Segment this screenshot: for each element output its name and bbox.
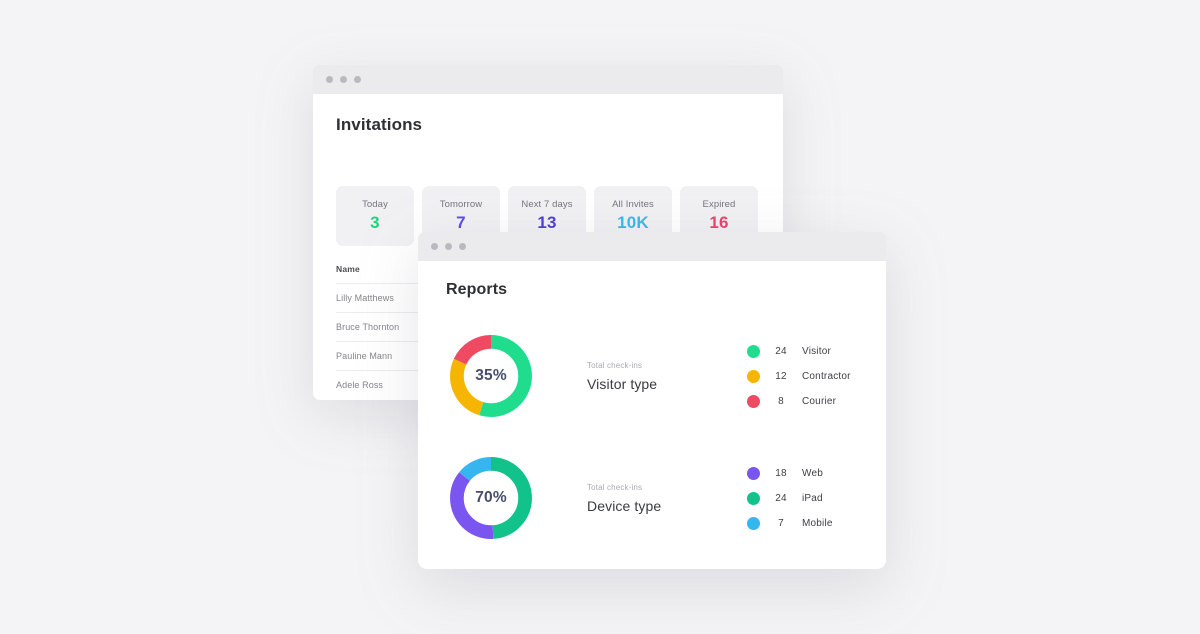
legend-color-dot-icon	[747, 394, 760, 408]
reports-traffic-lights	[431, 243, 466, 250]
device-type-text: Total check-ins Device type	[587, 483, 737, 514]
legend-count: 18	[775, 467, 787, 479]
stat-card-next-7-days-label: Next 7 days	[521, 199, 573, 210]
legend-color-dot-icon	[747, 344, 760, 358]
window-maximize-dot-icon[interactable]	[354, 76, 361, 83]
legend-label: Web	[802, 467, 823, 479]
legend-item-courier[interactable]: 8 Courier	[747, 389, 851, 414]
window-maximize-dot-icon[interactable]	[459, 243, 466, 250]
stat-card-today[interactable]: Today 3	[336, 186, 414, 246]
device-type-chart-block: 70% Total check-ins Device type 18 Web 2…	[446, 453, 833, 543]
legend-label: Contractor	[802, 370, 851, 382]
visitor-type-chart-block: 35% Total check-ins Visitor type 24 Visi…	[446, 331, 851, 421]
visitor-type-title: Visitor type	[587, 375, 658, 392]
legend-label: Visitor	[802, 345, 832, 357]
legend-count: 12	[775, 370, 787, 382]
legend-count: 24	[775, 492, 787, 504]
legend-color-dot-icon	[747, 491, 760, 505]
visitor-type-center-percent: 35%	[475, 367, 507, 384]
invitations-page-title: Invitations	[336, 115, 423, 134]
table-cell-name: Pauline Mann	[336, 351, 393, 361]
window-minimize-dot-icon[interactable]	[445, 243, 452, 250]
window-minimize-dot-icon[interactable]	[340, 76, 347, 83]
window-close-dot-icon[interactable]	[326, 76, 333, 83]
reports-page-title: Reports	[446, 281, 508, 298]
legend-color-dot-icon	[747, 369, 760, 383]
legend-label: Mobile	[802, 517, 833, 529]
table-cell-name: Adele Ross	[336, 380, 384, 390]
visitor-type-text: Total check-ins Visitor type	[587, 361, 737, 392]
reports-body: Reports 35% Total check-ins Visitor type…	[418, 261, 886, 569]
legend-color-dot-icon	[747, 466, 760, 480]
device-type-title: Device type	[587, 497, 662, 514]
device-type-donut-chart: 70%	[446, 453, 536, 543]
visitor-type-legend: 24 Visitor 12 Contractor 8 Courier	[747, 339, 851, 414]
stat-card-expired-value: 16	[709, 213, 729, 232]
stat-card-today-value: 3	[370, 213, 380, 232]
invitations-traffic-lights	[326, 76, 361, 83]
stat-card-tomorrow-label: Tomorrow	[439, 199, 483, 210]
table-cell-name: Bruce Thornton	[336, 322, 400, 332]
legend-color-dot-icon	[747, 516, 760, 530]
legend-count: 8	[778, 395, 784, 407]
legend-item-mobile[interactable]: 7 Mobile	[747, 511, 833, 536]
device-type-center-percent: 70%	[475, 489, 507, 506]
legend-item-contractor[interactable]: 12 Contractor	[747, 364, 851, 389]
invitations-titlebar	[313, 65, 783, 94]
reports-window: Reports 35% Total check-ins Visitor type…	[418, 232, 886, 569]
legend-count: 7	[778, 517, 784, 529]
window-close-dot-icon[interactable]	[431, 243, 438, 250]
stat-card-today-label: Today	[362, 199, 388, 210]
device-type-legend: 18 Web 24 iPad 7 Mobile	[747, 461, 833, 536]
stat-card-tomorrow-value: 7	[456, 213, 466, 232]
stat-card-all-invites-value: 10K	[617, 213, 649, 232]
legend-label: Courier	[802, 395, 837, 407]
legend-item-web[interactable]: 18 Web	[747, 461, 833, 486]
device-type-subtitle: Total check-ins	[587, 482, 643, 492]
visitor-type-donut-chart: 35%	[446, 331, 536, 421]
reports-titlebar	[418, 232, 886, 261]
legend-count: 24	[775, 345, 787, 357]
stat-card-all-invites-label: All Invites	[612, 199, 654, 210]
visitor-type-subtitle: Total check-ins	[587, 360, 643, 370]
stat-card-expired-label: Expired	[702, 199, 736, 210]
legend-item-ipad[interactable]: 24 iPad	[747, 486, 833, 511]
table-cell-name: Lilly Matthews	[336, 293, 394, 303]
stat-card-next-7-days-value: 13	[537, 213, 557, 232]
legend-item-visitor[interactable]: 24 Visitor	[747, 339, 851, 364]
legend-label: iPad	[802, 492, 823, 504]
